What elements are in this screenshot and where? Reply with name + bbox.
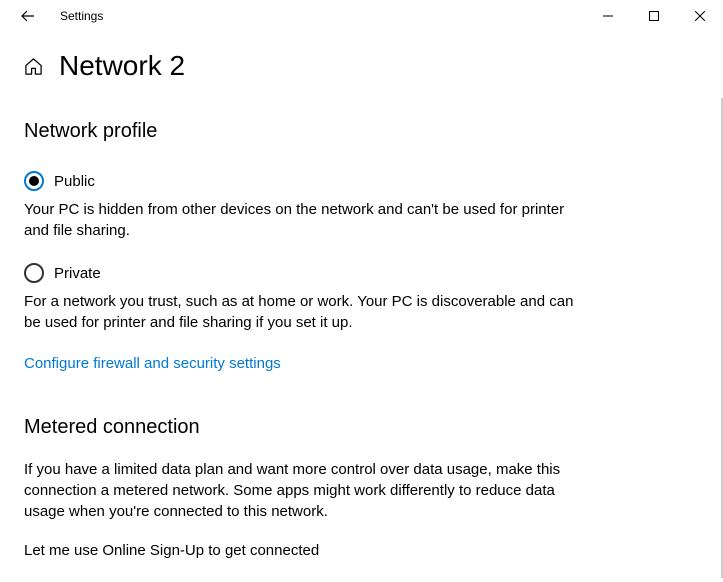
radio-private-label: Private — [54, 265, 101, 282]
radio-public-indicator — [24, 171, 44, 191]
radio-private[interactable]: Private — [24, 263, 699, 283]
network-profile-heading: Network profile — [24, 120, 699, 143]
radio-private-description: For a network you trust, such as at home… — [24, 291, 579, 333]
close-icon — [695, 11, 705, 21]
window-title: Settings — [60, 9, 103, 23]
radio-public[interactable]: Public — [24, 171, 699, 191]
window-controls — [585, 0, 723, 32]
back-arrow-icon — [20, 8, 36, 24]
radio-public-label: Public — [54, 173, 95, 190]
maximize-button[interactable] — [631, 0, 677, 32]
radio-private-indicator — [24, 263, 44, 283]
page-title: Network 2 — [59, 50, 185, 82]
firewall-settings-link[interactable]: Configure firewall and security settings — [24, 355, 281, 372]
metered-description: If you have a limited data plan and want… — [24, 459, 579, 522]
titlebar: Settings — [0, 0, 723, 32]
content-area: Network 2 Network profile Public Your PC… — [0, 32, 723, 582]
metered-truncated-text: Let me use Online Sign-Up to get connect… — [24, 542, 699, 559]
metered-section: Metered connection If you have a limited… — [24, 416, 699, 559]
maximize-icon — [649, 11, 659, 21]
page-header: Network 2 — [24, 50, 699, 82]
home-icon[interactable] — [24, 57, 43, 76]
back-button[interactable] — [8, 0, 48, 32]
metered-heading: Metered connection — [24, 416, 699, 439]
minimize-icon — [603, 11, 613, 21]
radio-public-description: Your PC is hidden from other devices on … — [24, 199, 579, 241]
close-button[interactable] — [677, 0, 723, 32]
minimize-button[interactable] — [585, 0, 631, 32]
